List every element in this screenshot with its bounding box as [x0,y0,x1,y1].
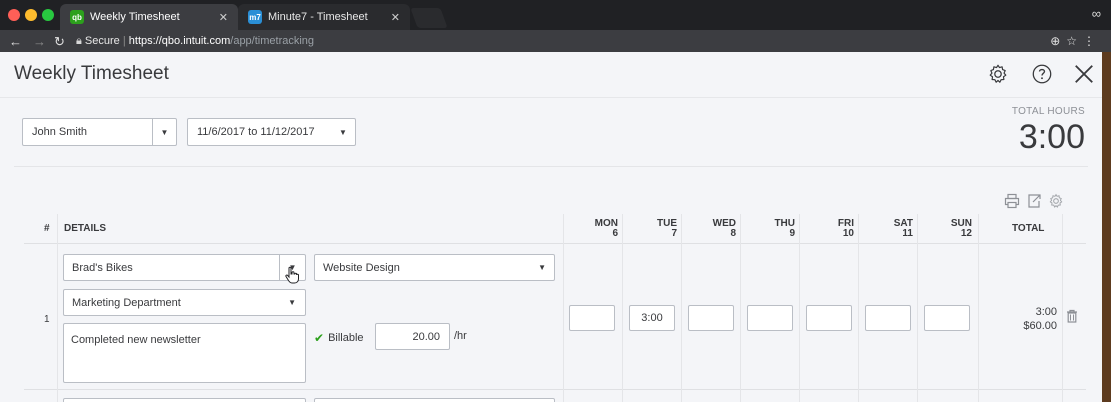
total-hours-label: TOTAL HOURS [1011,106,1085,117]
billable-label: Billable [328,332,364,344]
chevron-down-icon[interactable]: ▼ [152,119,176,145]
lock-icon: 🔒︎ [76,35,82,47]
hand-cursor-icon [285,266,299,284]
desktop-edge [1102,52,1111,402]
quickbooks-favicon-icon: qb [70,10,84,24]
url-secure-label: Secure [84,35,120,47]
grid-column-divider [740,214,741,402]
date-range-value: 11/6/2017 to 11/12/2017 [197,126,315,138]
date-range-select[interactable]: 11/6/2017 to 11/12/2017 ▼ [187,118,356,146]
hours-input-fri[interactable] [806,305,852,331]
grid-column-divider [681,214,682,402]
grid-column-divider [1062,214,1063,402]
employee-select[interactable]: John Smith ▼ [22,118,177,146]
chevron-down-icon[interactable]: ▼ [288,298,296,307]
grid-column-divider [563,214,564,402]
hours-input-thu[interactable] [747,305,793,331]
customer-value: Brad's Bikes [72,261,133,274]
row-number: 1 [44,314,50,325]
window-zoom-button[interactable] [42,9,54,21]
col-header-mon: MON 6 [594,218,618,239]
row-total-hours: 3:00 [1035,306,1057,318]
col-header-total: TOTAL [1012,223,1045,234]
rate-input[interactable]: 20.00 [375,323,450,350]
forward-arrow-icon[interactable]: → [33,34,46,49]
browser-address-bar: ← → ↻ 🔒︎ Secure | https://qbo.intuit.com… [0,30,1111,52]
customer-select-next-row[interactable] [63,398,306,402]
window-close-button[interactable] [8,9,20,21]
grid-toolbar [1004,193,1064,209]
hours-input-tue[interactable]: 3:00 [629,305,675,331]
trash-icon[interactable] [1066,309,1078,323]
hours-input-sat[interactable] [865,305,911,331]
reload-icon[interactable]: ↻ [54,34,65,50]
billable-checkbox[interactable]: ✔ Billable [314,331,364,345]
customer-select[interactable]: Brad's Bikes ▼ [63,254,306,281]
service-select[interactable]: Website Design ▼ [314,254,555,281]
employee-value: John Smith [32,126,88,138]
url-path: /app/timetracking [230,35,315,47]
back-arrow-icon[interactable]: ← [9,34,22,49]
grid-column-divider [978,214,979,402]
chevron-down-icon[interactable]: ▼ [331,119,355,145]
checkmark-icon: ✔ [314,331,325,345]
grid-column-divider [57,214,58,402]
col-header-sun: SUN 12 [950,218,972,239]
page-title: Weekly Timesheet [14,63,169,84]
grid-header-divider [24,243,1086,244]
browser-tab-bar: qb Weekly Timesheet ✕ m7 Minute7 - Times… [0,0,1111,30]
grid-column-divider [622,214,623,402]
print-icon[interactable] [1004,193,1020,209]
settings-icon[interactable] [1048,193,1064,209]
close-icon[interactable] [1073,63,1095,85]
incognito-icon: ∞ [1091,6,1101,21]
minute7-favicon-icon: m7 [248,10,262,24]
divider [14,166,1088,167]
col-header-details: DETAILS [64,223,107,234]
class-select[interactable]: Marketing Department ▼ [63,289,306,316]
grid-column-divider [858,214,859,402]
grid-row-divider [24,389,1086,390]
browser-tab-minute7[interactable]: m7 Minute7 - Timesheet ✕ [238,4,410,30]
service-value: Website Design [323,261,400,274]
chevron-down-icon[interactable]: ▼ [538,263,546,272]
app-header: Weekly Timesheet [0,52,1102,98]
grid-column-divider [917,214,918,402]
tab-title: Weekly Timesheet [90,11,180,23]
description-textarea[interactable]: Completed new newsletter [63,323,306,383]
grid-column-divider [799,214,800,402]
col-header-sat: SAT 11 [893,218,913,239]
hours-input-wed[interactable] [688,305,734,331]
tab-title: Minute7 - Timesheet [268,11,368,23]
tab-close-icon[interactable]: ✕ [391,11,400,24]
help-icon[interactable] [1031,63,1053,85]
hours-input-mon[interactable] [569,305,615,331]
row-total: 3:00 $60.00 [1023,305,1057,333]
rate-unit: /hr [454,330,467,342]
url-field[interactable]: 🔒︎ Secure | https://qbo.intuit.com/app/t… [76,35,314,48]
browser-menu-icons[interactable]: ⊕☆⋮ [1050,34,1101,48]
col-header-number: # [44,223,50,234]
col-header-wed: WED 8 [712,218,736,239]
gear-icon[interactable] [987,63,1009,85]
export-icon[interactable] [1026,193,1042,209]
service-select-next-row[interactable] [314,398,555,402]
col-header-thu: THU 9 [774,218,795,239]
new-tab-button[interactable] [410,8,448,28]
tab-close-icon[interactable]: ✕ [219,11,228,24]
total-hours-value: 3:00 [1018,118,1085,156]
url-host: https://qbo.intuit.com [128,35,231,47]
col-header-fri: FRI 10 [837,218,854,239]
browser-tab-weekly-timesheet[interactable]: qb Weekly Timesheet ✕ [60,4,238,30]
window-minimize-button[interactable] [25,9,37,21]
row-total-amount: $60.00 [1023,320,1057,332]
col-header-tue: TUE 7 [657,218,677,239]
class-value: Marketing Department [72,296,181,309]
hours-input-sun[interactable] [924,305,970,331]
